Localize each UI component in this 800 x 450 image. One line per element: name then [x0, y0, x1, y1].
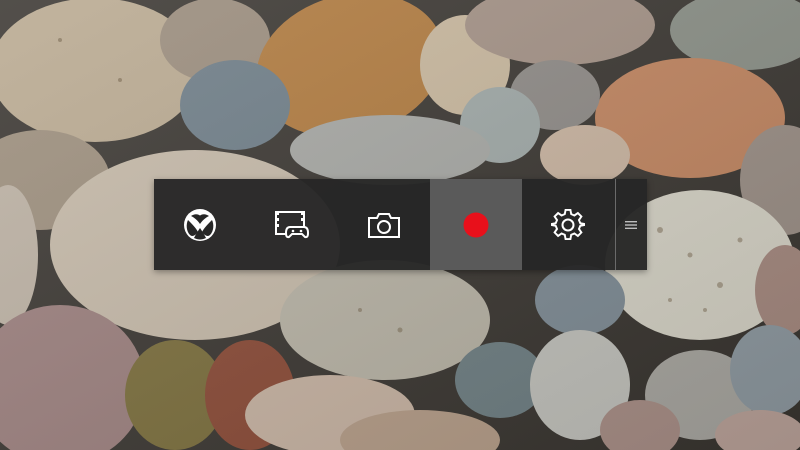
- xbox-game-bar: [154, 179, 647, 270]
- record-button[interactable]: [430, 179, 522, 270]
- settings-button[interactable]: [522, 179, 614, 270]
- drag-handle[interactable]: [616, 179, 645, 270]
- xbox-logo-icon: [183, 208, 217, 242]
- desktop-background: [0, 0, 800, 450]
- game-dvr-button[interactable]: [246, 179, 338, 270]
- camera-icon: [367, 211, 401, 239]
- gear-icon: [551, 208, 585, 242]
- xbox-app-button[interactable]: [154, 179, 246, 270]
- game-dvr-icon: [274, 210, 310, 240]
- drag-grip-icon: [624, 215, 637, 234]
- record-icon: [463, 212, 489, 238]
- screenshot-button[interactable]: [338, 179, 430, 270]
